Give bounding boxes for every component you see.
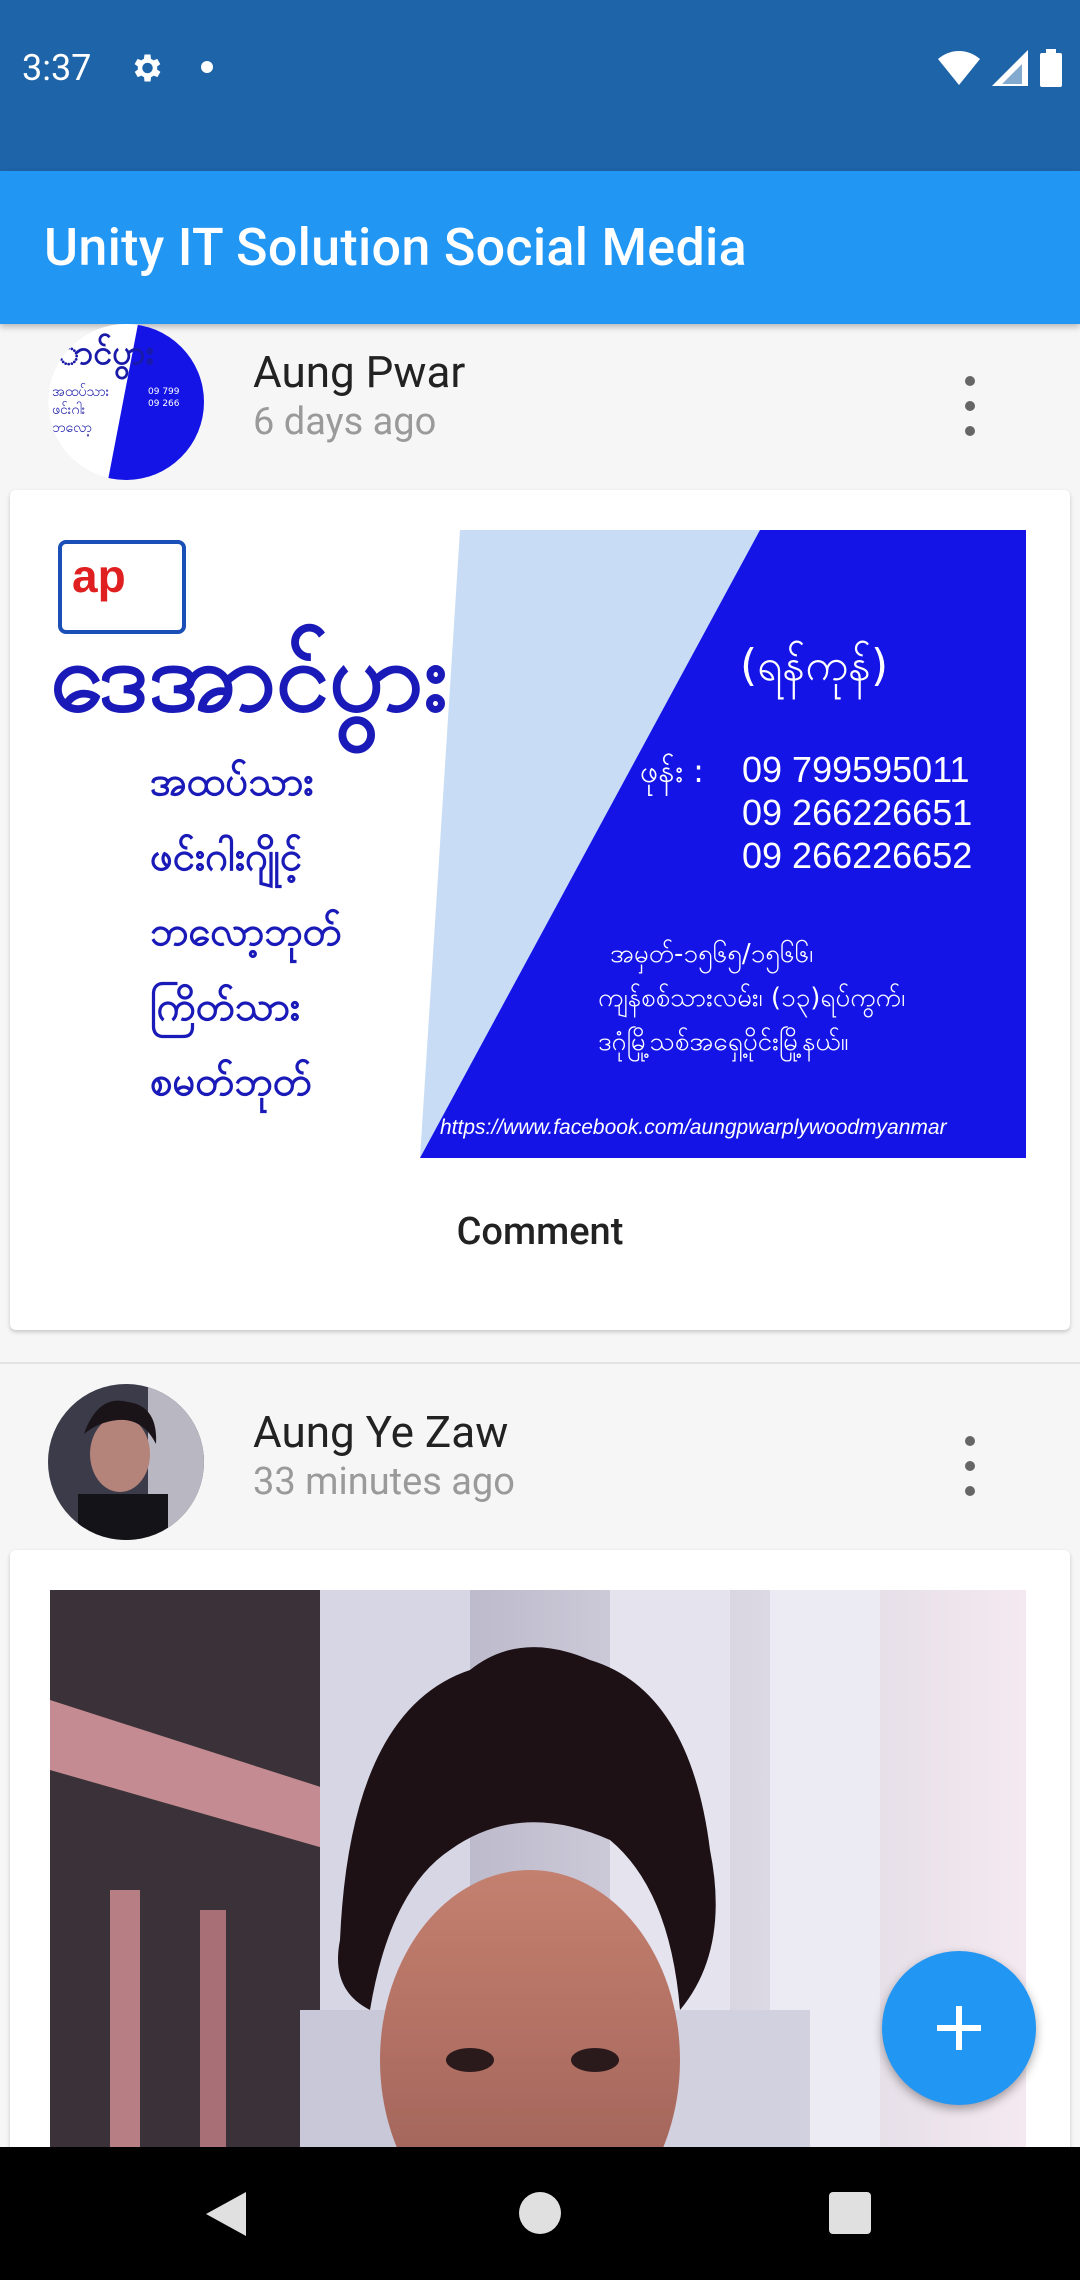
post-card: ap ဒေအာင်ပွား (ရန်ကုန်) အထပ်သား ဖင်းဂါးဂ… <box>10 490 1070 1330</box>
app-title: Unity IT Solution Social Media <box>44 217 747 278</box>
phone-label: ဖုန်း : <box>640 752 704 796</box>
recents-icon[interactable] <box>829 2192 871 2234</box>
signal-icon <box>992 50 1028 86</box>
phone-number: 09 799595011 <box>742 749 970 790</box>
post-divider <box>0 1362 1080 1364</box>
address-line: ဒဂုံမြို့သစ်အရှေ့ပိုင်းမြို့နယ်။ <box>598 1024 849 1062</box>
post-header: Aung Ye Zaw 33 minutes ago <box>0 1384 1080 1550</box>
app-bar: Unity IT Solution Social Media <box>0 171 1080 324</box>
post-header: ာင်ပွား အထပ်သား ဖင်းဂါး ဘလော့ 09 799 09 … <box>0 324 1080 490</box>
selfie-photo <box>50 1590 1026 2147</box>
home-icon[interactable] <box>519 2192 561 2234</box>
post-timestamp: 6 days ago <box>253 400 437 444</box>
battery-icon <box>1040 49 1062 87</box>
avatar-image <box>48 1384 204 1540</box>
comment-button[interactable]: Comment <box>10 1210 1070 1254</box>
svg-text:ာင်ပွား: ာင်ပွား <box>58 333 154 380</box>
address-line: ကျန်စစ်သားလမ်း၊ (၁၃)ရပ်ကွက်၊ <box>598 982 905 1018</box>
logo-text: ap <box>72 550 126 602</box>
author-name[interactable]: Aung Pwar <box>253 346 465 398</box>
svg-text:09 799: 09 799 <box>148 387 180 397</box>
add-icon <box>937 2006 981 2050</box>
system-nav-bar <box>0 2147 1080 2280</box>
status-bar: 3:37 <box>0 0 1080 171</box>
back-icon[interactable] <box>206 2192 246 2236</box>
product-label: အထပ်သား <box>150 759 313 805</box>
wifi-icon <box>938 51 980 85</box>
svg-text:ဘလော့: ဘလော့ <box>52 420 92 436</box>
add-post-button[interactable] <box>882 1951 1036 2105</box>
svg-text:ဖင်းဂါး: ဖင်းဂါး <box>52 402 86 418</box>
notification-dot-icon <box>201 61 213 73</box>
phone-number: 09 266226652 <box>742 835 972 876</box>
more-vert-icon[interactable] <box>954 376 986 436</box>
status-time: 3:37 <box>22 47 92 89</box>
address-line: အမှတ်-၁၅၆၅/၁၅၆၆၊ <box>610 937 813 974</box>
avatar-image: ာင်ပွား အထပ်သား ဖင်းဂါး ဘလော့ 09 799 09 … <box>48 324 204 480</box>
facebook-url: https://www.facebook.com/aungpwarplywood… <box>440 1116 948 1139</box>
post-feed[interactable]: ာင်ပွား အထပ်သား ဖင်းဂါး ဘလော့ 09 799 09 … <box>0 324 1080 2147</box>
author-avatar[interactable]: ာင်ပွား အထပ်သား ဖင်းဂါး ဘလော့ 09 799 09 … <box>48 324 204 480</box>
post-image[interactable] <box>50 1590 1026 2147</box>
more-vert-icon[interactable] <box>954 1436 986 1496</box>
post-image[interactable]: ap ဒေအာင်ပွား (ရန်ကုန်) အထပ်သား ဖင်းဂါးဂ… <box>50 530 1026 1158</box>
gear-icon <box>134 54 161 82</box>
post-timestamp: 33 minutes ago <box>253 1460 515 1504</box>
phone-number: 09 266226651 <box>742 792 972 833</box>
author-name[interactable]: Aung Ye Zaw <box>253 1406 508 1458</box>
business-card-image: ap ဒေအာင်ပွား (ရန်ကုန်) အထပ်သား ဖင်းဂါးဂ… <box>50 530 1026 1158</box>
author-avatar[interactable] <box>48 1384 204 1540</box>
svg-text:အထပ်သား: အထပ်သား <box>52 384 110 400</box>
post-item: ာင်ပွား အထပ်သား ဖင်းဂါး ဘလော့ 09 799 09 … <box>0 324 1080 1364</box>
svg-text:09 266: 09 266 <box>148 399 180 409</box>
